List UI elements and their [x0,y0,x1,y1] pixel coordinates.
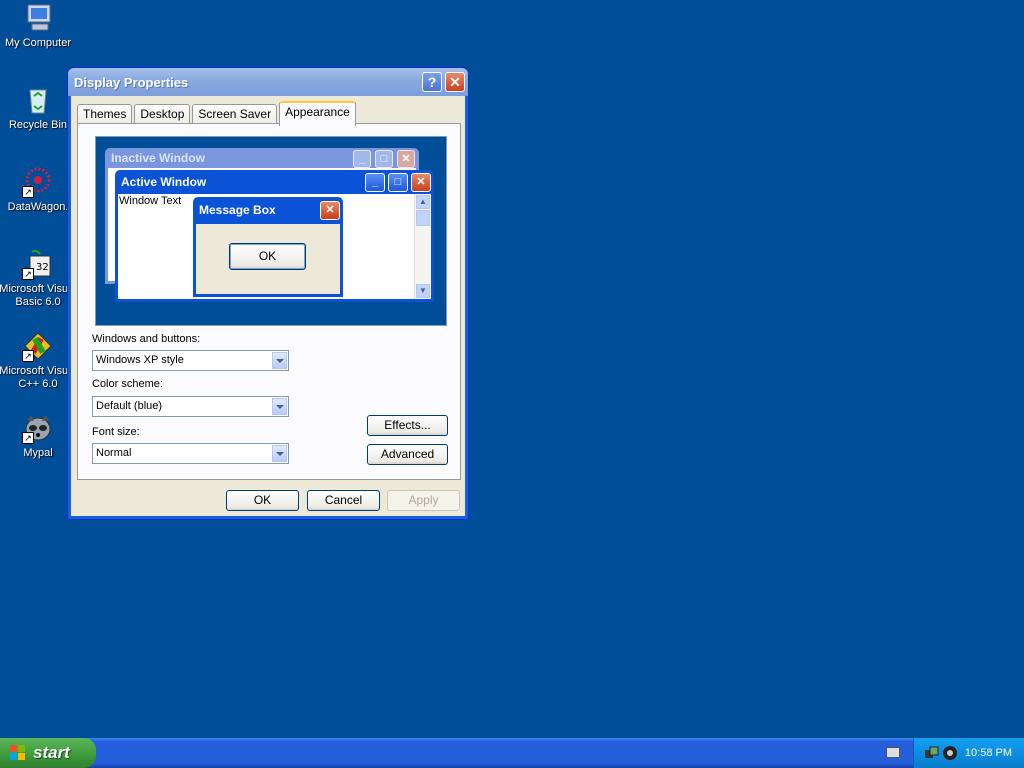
shortcut-arrow-icon: ↗ [22,186,34,198]
recycle-bin-icon [22,84,54,116]
preview-message-client: OK [196,224,340,294]
effects-button[interactable]: Effects... [367,415,448,436]
visual-basic-icon: 32 ↗ [22,248,54,280]
chevron-down-icon[interactable] [272,398,287,415]
shortcut-arrow-icon: ↗ [22,350,34,362]
shortcut-arrow-icon: ↗ [22,268,34,280]
minimize-icon: _ [365,173,385,192]
preview-message-box: Message Box ✕ OK [193,197,343,297]
close-button[interactable]: ✕ [445,72,465,92]
window-title: Display Properties [74,74,189,90]
tab-appearance[interactable]: Appearance [279,101,356,126]
font-size-label: Font size: [92,426,140,438]
ok-button[interactable]: OK [226,490,299,511]
taskbar: start 10:58 PM [0,738,1024,768]
svg-text:32: 32 [36,262,49,273]
close-icon: ✕ [397,150,415,168]
cancel-button[interactable]: Cancel [307,490,380,511]
help-button[interactable]: ? [422,72,442,92]
network-icon[interactable] [924,745,940,761]
preview-ok-button: OK [229,243,306,270]
preview-inactive-title: Inactive Window [111,151,205,165]
close-icon: ✕ [320,201,340,220]
font-size-select[interactable]: Normal [92,443,289,464]
datawagon-icon: ↗ [22,166,54,198]
appearance-preview: Inactive Window _ □ ✕ Active Window _ □ … [95,136,447,326]
clock[interactable]: 10:58 PM [965,738,1012,768]
start-button[interactable]: start [0,738,96,768]
preview-scrollbar: ▲ ▼ [414,194,431,299]
preview-active-title: Active Window [121,175,207,189]
visual-cpp-icon: ↗ [22,330,54,362]
my-computer-icon [22,2,54,34]
advanced-button[interactable]: Advanced [367,444,448,465]
close-icon: ✕ [449,74,461,90]
preview-window-text: Window Text [119,195,182,207]
title-bar[interactable]: Display Properties ? ✕ [68,68,468,96]
mypal-icon: ↗ [22,412,54,444]
keyboard-icon[interactable] [886,747,900,758]
appearance-panel: Inactive Window _ □ ✕ Active Window _ □ … [77,123,461,480]
windows-buttons-value: Windows XP style [96,354,184,366]
tab-screen-saver[interactable]: Screen Saver [192,104,278,125]
shortcut-arrow-icon: ↗ [22,432,34,444]
apply-button[interactable]: Apply [387,490,460,511]
scroll-down-icon: ▼ [416,284,430,298]
scroll-thumb [416,210,430,226]
window-body: Themes Desktop Screen Saver Appearance I… [72,96,464,515]
system-tray: 10:58 PM [913,738,1024,768]
desktop-icon-label: My Computer [4,37,72,49]
color-scheme-label: Color scheme: [92,378,163,390]
minimize-icon: _ [353,150,371,168]
font-size-value: Normal [96,447,132,459]
windows-buttons-label: Windows and buttons: [92,333,201,345]
color-scheme-value: Default (blue) [96,400,163,412]
scroll-up-icon: ▲ [416,195,430,209]
maximize-icon: □ [388,173,408,192]
close-icon: ✕ [411,173,431,192]
chevron-down-icon[interactable] [272,445,287,462]
volume-icon[interactable] [942,745,958,761]
display-properties-window: Display Properties ? ✕ Themes Desktop Sc… [67,67,469,520]
start-label: start [33,743,70,762]
color-scheme-select[interactable]: Default (blue) [92,396,289,417]
windows-logo-icon [10,745,26,761]
windows-buttons-select[interactable]: Windows XP style [92,350,289,371]
tab-desktop[interactable]: Desktop [134,104,191,125]
maximize-icon: □ [375,150,393,168]
help-icon: ? [427,74,437,90]
chevron-down-icon[interactable] [272,352,287,369]
tab-themes[interactable]: Themes [77,104,133,125]
desktop-icon-my-computer[interactable]: My Computer [0,2,78,50]
